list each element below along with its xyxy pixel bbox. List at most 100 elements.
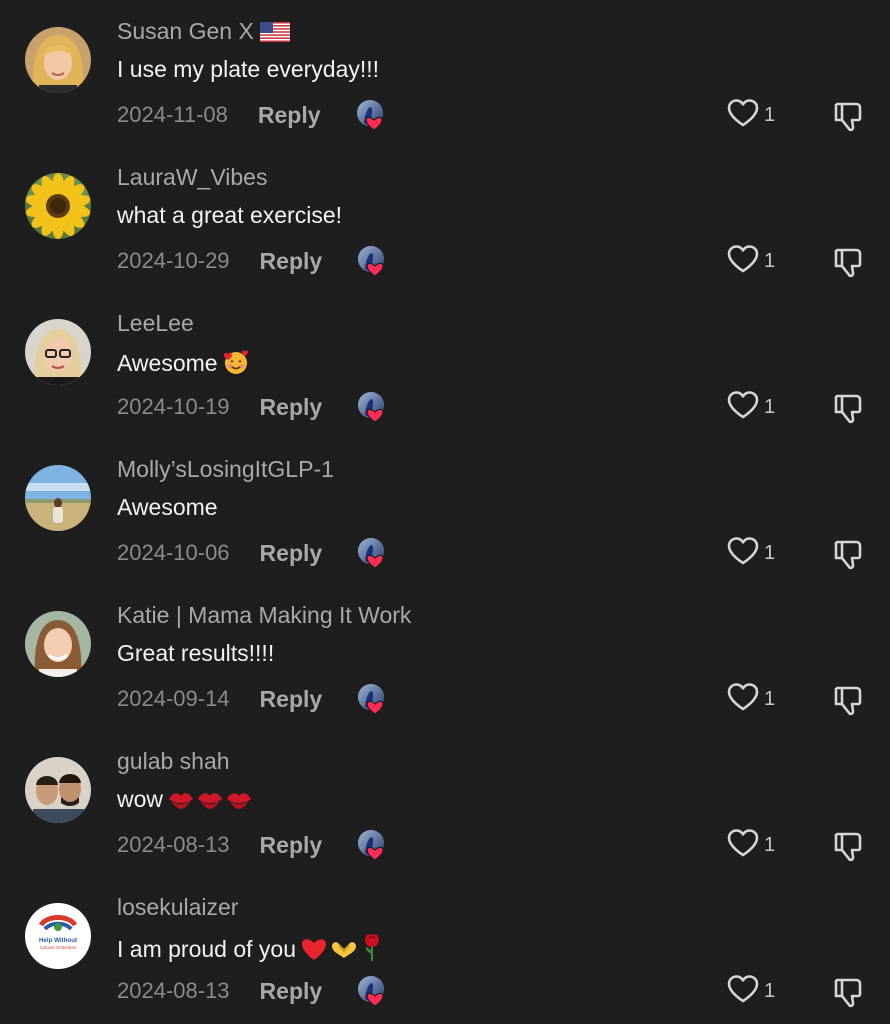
username[interactable]: Katie | Mama Making It Work	[117, 602, 411, 628]
comment-text-row: Awesome	[117, 348, 250, 382]
comment-text: Great results!!!!	[117, 640, 275, 666]
reply-button[interactable]: Reply	[260, 540, 323, 567]
avatar[interactable]	[25, 27, 91, 93]
comment-text: I use my plate everyday!!!	[117, 56, 380, 82]
comment-meta: 2024-10-06 Reply	[117, 537, 388, 569]
heart-outline-icon[interactable]	[726, 390, 760, 425]
comment-meta: 2024-08-13 Reply	[117, 830, 388, 861]
like-button[interactable]: 1	[726, 974, 776, 1009]
dislike-button[interactable]	[832, 537, 866, 571]
dislike-button[interactable]	[832, 99, 866, 133]
like-count: 1	[764, 249, 776, 272]
comment-text-row: Awesome	[117, 494, 218, 521]
username[interactable]: Molly’sLosingItGLP-1	[117, 456, 334, 482]
svg-text:Help Without: Help Without	[39, 937, 77, 944]
avatar[interactable]	[25, 757, 91, 823]
username[interactable]: LeeLee	[117, 310, 194, 336]
creator-liked-avatar-icon	[355, 99, 387, 131]
comment-meta: 2024-10-29 Reply	[117, 245, 388, 277]
like-count: 1	[764, 541, 776, 564]
heart-outline-icon[interactable]	[726, 244, 760, 279]
thumbs-down-icon[interactable]	[832, 102, 866, 137]
avatar[interactable]	[25, 319, 91, 385]
like-button[interactable]: 1	[726, 390, 776, 425]
smiling-face-with-hearts-icon	[222, 348, 250, 382]
reply-button[interactable]: Reply	[260, 978, 323, 1005]
dislike-button[interactable]	[832, 975, 866, 1009]
like-count: 1	[764, 103, 776, 126]
comment-item: Molly’sLosingItGLP-1 Awesome 2024-10-06 …	[0, 440, 890, 586]
comment-item: Help Without Colours Or Borders losekulai…	[0, 878, 890, 1024]
like-button[interactable]: 1	[726, 98, 776, 133]
thumbs-down-icon[interactable]	[832, 978, 866, 1013]
comment-text-row: I am proud of you	[117, 932, 384, 968]
thumbs-down-icon[interactable]	[832, 248, 866, 283]
like-count: 1	[764, 979, 776, 1002]
dislike-button[interactable]	[832, 391, 866, 425]
username[interactable]: LauraW_Vibes	[117, 164, 267, 190]
like-button[interactable]: 1	[726, 244, 776, 279]
reply-button[interactable]: Reply	[260, 394, 323, 421]
like-count: 1	[764, 395, 776, 418]
heart-hands-icon	[329, 938, 359, 968]
comment-date: 2024-10-19	[117, 394, 230, 419]
like-button[interactable]: 1	[726, 828, 776, 863]
comment-text: Awesome	[117, 350, 218, 376]
comment-meta: 2024-11-08 Reply	[117, 99, 387, 131]
thumbs-down-icon[interactable]	[832, 686, 866, 721]
kiss-mark-icon	[225, 788, 253, 818]
reply-button[interactable]: Reply	[258, 102, 321, 129]
dislike-button[interactable]	[832, 829, 866, 863]
username[interactable]: losekulaizer	[117, 894, 238, 920]
comment-meta: 2024-10-19 Reply	[117, 391, 388, 423]
heart-outline-icon[interactable]	[726, 536, 760, 571]
heart-outline-icon[interactable]	[726, 98, 760, 133]
creator-liked-avatar-icon	[356, 245, 388, 277]
creator-liked-avatar-icon	[356, 975, 388, 1007]
comment-item: LauraW_Vibes what a great exercise! 2024…	[0, 148, 890, 294]
comment-item: Katie | Mama Making It Work Great result…	[0, 586, 890, 732]
reply-button[interactable]: Reply	[260, 248, 323, 275]
comment-date: 2024-10-06	[117, 540, 230, 565]
like-count: 1	[764, 833, 776, 856]
comment-list: Susan Gen X I use my plate everyday!!! 2…	[0, 0, 890, 1024]
like-button[interactable]: 1	[726, 682, 776, 717]
comment-text: Awesome	[117, 494, 218, 520]
comment-item: Susan Gen X I use my plate everyday!!! 2…	[0, 2, 890, 148]
svg-text:Colours Or Borders: Colours Or Borders	[40, 945, 76, 950]
comment-meta: 2024-08-13 Reply	[117, 975, 388, 1007]
dislike-button[interactable]	[832, 683, 866, 717]
comment-item: gulab shah wow 2024-08-13 Reply 1	[0, 732, 890, 878]
dislike-button[interactable]	[832, 245, 866, 279]
like-button[interactable]: 1	[726, 536, 776, 571]
thumbs-down-icon[interactable]	[832, 394, 866, 429]
creator-liked-avatar-icon	[356, 391, 388, 423]
like-count: 1	[764, 687, 776, 710]
thumbs-down-icon[interactable]	[832, 540, 866, 575]
avatar[interactable]: Help Without Colours Or Borders	[25, 903, 91, 969]
creator-liked-avatar-icon	[356, 537, 388, 569]
heart-outline-icon[interactable]	[726, 974, 760, 1009]
comment-text: what a great exercise!	[117, 202, 343, 228]
comment-text: wow	[117, 786, 164, 812]
avatar[interactable]	[25, 611, 91, 677]
username[interactable]: Susan Gen X	[117, 18, 254, 44]
thumbs-down-icon[interactable]	[832, 832, 866, 867]
comment-date: 2024-08-13	[117, 832, 230, 857]
comment-text-row: I use my plate everyday!!!	[117, 56, 379, 83]
comment-date: 2024-08-13	[117, 978, 230, 1003]
avatar[interactable]	[25, 173, 91, 239]
heart-outline-icon[interactable]	[726, 828, 760, 863]
comment-date: 2024-10-29	[117, 248, 230, 273]
reply-button[interactable]: Reply	[260, 832, 323, 859]
kiss-mark-icon	[196, 788, 224, 818]
red-heart-icon	[300, 936, 328, 968]
avatar[interactable]	[25, 465, 91, 531]
username[interactable]: gulab shah	[117, 748, 230, 774]
heart-outline-icon[interactable]	[726, 682, 760, 717]
comment-text: I am proud of you	[117, 936, 296, 962]
comment-date: 2024-09-14	[117, 686, 230, 711]
rose-icon	[360, 932, 384, 968]
comment-date: 2024-11-08	[117, 102, 228, 127]
reply-button[interactable]: Reply	[260, 686, 323, 713]
